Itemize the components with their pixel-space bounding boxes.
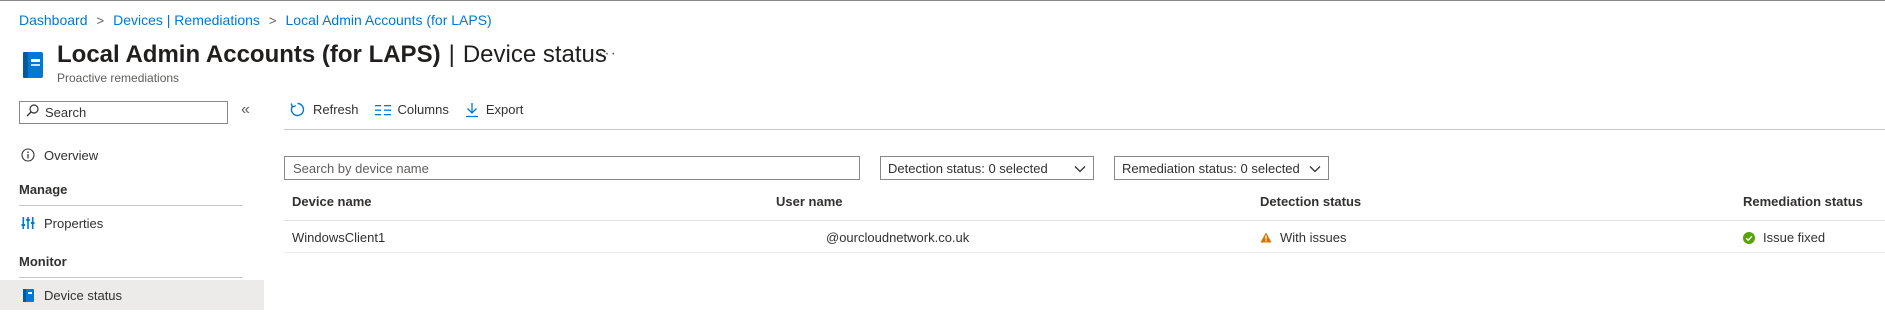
command-bar: Refresh Columns Export	[289, 101, 539, 118]
page-title: Local Admin Accounts (for LAPS) | Device…	[57, 41, 607, 69]
breadcrumb-separator: >	[268, 12, 277, 28]
columns-button[interactable]: Columns	[374, 102, 449, 117]
more-options-button[interactable]: ···	[598, 45, 617, 63]
refresh-icon	[289, 101, 306, 118]
script-book-icon	[21, 51, 45, 79]
sidebar-item-overview[interactable]: Overview	[0, 140, 264, 170]
info-icon	[19, 148, 37, 162]
columns-icon	[374, 104, 391, 116]
export-label: Export	[485, 102, 524, 117]
collapse-sidebar-button[interactable]: «	[241, 101, 250, 119]
device-search-input[interactable]	[285, 157, 859, 179]
sidebar-search-input[interactable]	[39, 105, 225, 120]
column-header-detection-status[interactable]: Detection status	[1260, 194, 1361, 209]
breadcrumb-dashboard[interactable]: Dashboard	[19, 12, 88, 28]
success-check-icon	[1743, 231, 1755, 244]
sidebar-item-properties[interactable]: Properties	[0, 208, 264, 238]
column-header-device-name[interactable]: Device name	[292, 194, 372, 209]
sidebar-search-box[interactable]	[19, 101, 228, 124]
columns-label: Columns	[397, 102, 449, 117]
breadcrumb-local-admin-accounts[interactable]: Local Admin Accounts (for LAPS)	[286, 12, 492, 28]
cell-remediation-status: Issue fixed	[1743, 230, 1825, 245]
page-subtitle: Proactive remediations	[57, 71, 180, 85]
properties-sliders-icon	[19, 216, 37, 230]
cell-detection-status: With issues	[1260, 230, 1346, 245]
device-search-box[interactable]	[284, 156, 860, 180]
column-header-remediation-status[interactable]: Remediation status	[1743, 194, 1863, 209]
warning-icon	[1260, 232, 1272, 243]
sidebar-divider	[19, 205, 243, 206]
page-title-resource: Local Admin Accounts (for LAPS)	[57, 41, 441, 68]
sidebar-section-manage: Manage	[19, 182, 68, 197]
toolbar-divider	[284, 129, 1885, 130]
detection-status-filter[interactable]: Detection status: 0 selected	[880, 156, 1094, 180]
page-title-separator: |	[448, 41, 455, 68]
download-icon	[465, 102, 479, 118]
breadcrumb: Dashboard > Devices | Remediations > Loc…	[19, 12, 492, 28]
table-header-divider	[284, 220, 1885, 221]
export-button[interactable]: Export	[465, 102, 524, 118]
remediation-status-filter-label: Remediation status: 0 selected	[1122, 160, 1300, 176]
detection-status-text: With issues	[1280, 230, 1347, 245]
remediation-status-filter[interactable]: Remediation status: 0 selected	[1114, 156, 1329, 180]
breadcrumb-devices-remediations[interactable]: Devices | Remediations	[113, 12, 260, 28]
sidebar-divider	[19, 277, 243, 278]
refresh-button[interactable]: Refresh	[289, 101, 359, 118]
sidebar-section-monitor: Monitor	[19, 254, 67, 269]
remediation-status-text: Issue fixed	[1763, 230, 1826, 245]
chevron-down-icon	[1309, 161, 1321, 176]
sidebar-item-label: Properties	[44, 215, 104, 231]
chevron-down-icon	[1074, 161, 1086, 176]
script-book-icon	[19, 288, 37, 303]
sidebar-item-label: Overview	[44, 147, 99, 163]
table-row-divider	[284, 252, 1885, 253]
detection-status-filter-label: Detection status: 0 selected	[888, 160, 1048, 176]
page-title-blade: Device status	[462, 41, 607, 68]
breadcrumb-separator: >	[96, 12, 105, 28]
cell-device-name[interactable]: WindowsClient1	[292, 230, 385, 245]
search-icon	[26, 103, 39, 122]
sidebar-item-device-status[interactable]: Device status	[0, 280, 264, 310]
refresh-label: Refresh	[313, 102, 359, 117]
sidebar-item-label: Device status	[44, 287, 123, 303]
column-header-user-name[interactable]: User name	[776, 194, 842, 209]
cell-user-name: @ourcloudnetwork.co.uk	[826, 230, 970, 245]
